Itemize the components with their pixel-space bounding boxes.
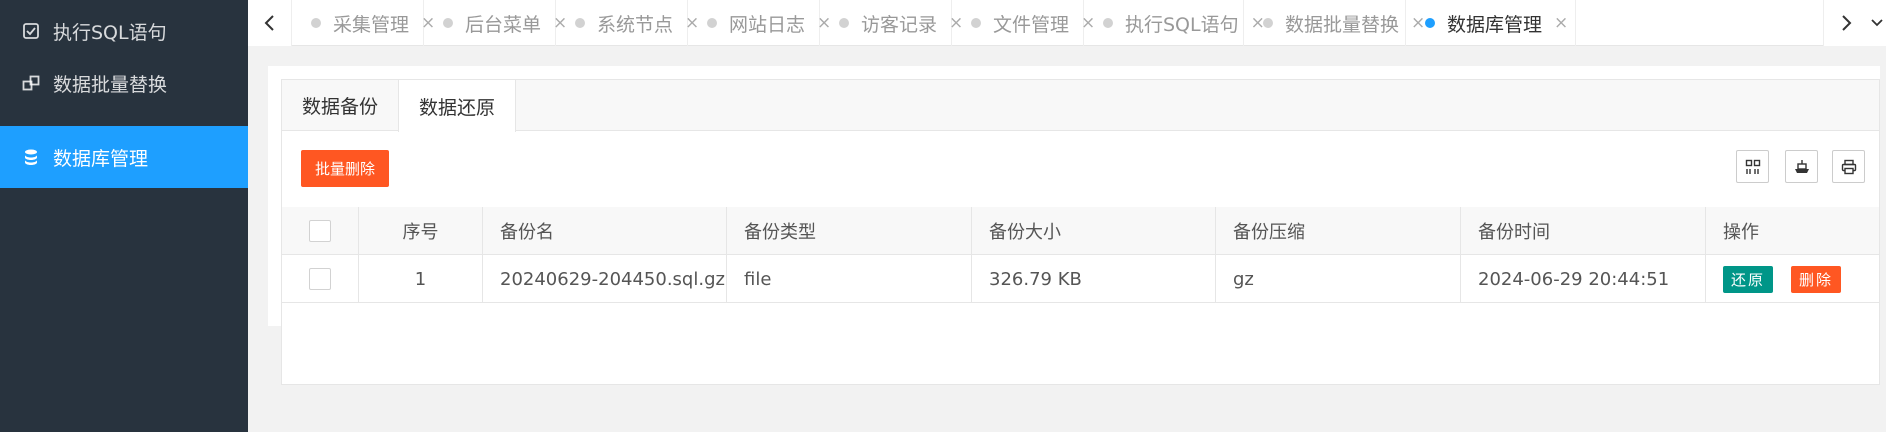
table-row: 1 20240629-204450.sql.gz file 326.79 KB …	[282, 255, 1879, 303]
tab-collect[interactable]: 采集管理 ×	[292, 0, 435, 46]
header-time: 备份时间	[1461, 207, 1706, 255]
chevron-down-icon	[1870, 19, 1883, 27]
tab-dot	[1103, 18, 1113, 28]
tab-label: 采集管理	[333, 13, 410, 36]
chevron-right-icon	[1841, 15, 1851, 31]
panel-tab-header: 数据备份 数据还原	[282, 80, 1879, 132]
tab-execute-sql[interactable]: 执行SQL语句 ×	[1084, 0, 1265, 46]
cell-actions: 还原 删除	[1706, 255, 1879, 303]
print-icon[interactable]	[1832, 150, 1865, 183]
export-icon[interactable]	[1785, 150, 1818, 183]
delete-button[interactable]: 删除	[1791, 265, 1842, 293]
tab-visitor-records[interactable]: 访客记录 ×	[820, 0, 963, 46]
tab-dot	[971, 18, 981, 28]
header-size: 备份大小	[972, 207, 1216, 255]
tab-data-restore[interactable]: 数据还原	[398, 80, 516, 132]
header-type: 备份类型	[727, 207, 972, 255]
sidebar-item-label: 数据批量替换	[53, 73, 168, 96]
tab-dot	[1425, 18, 1435, 28]
replace-icon	[22, 74, 40, 92]
tab-label: 文件管理	[993, 13, 1070, 36]
tab-batch-replace[interactable]: 数据批量替换 ×	[1244, 0, 1425, 46]
tab-scroll-left-button[interactable]	[248, 0, 292, 46]
select-all-checkbox[interactable]	[309, 220, 331, 242]
sidebar-item-database-management[interactable]: 数据库管理	[0, 126, 248, 188]
cell-type: file	[727, 255, 972, 303]
tab-label: 数据批量替换	[1285, 13, 1400, 36]
tab-dot	[1263, 18, 1273, 28]
close-icon[interactable]: ×	[1554, 13, 1568, 33]
cell-time: 2024-06-29 20:44:51	[1461, 255, 1706, 303]
tab-label: 执行SQL语句	[1125, 13, 1239, 36]
tab-dot	[443, 18, 453, 28]
batch-delete-button[interactable]: 批量删除	[301, 150, 389, 187]
cell-name: 20240629-204450.sql.gz	[483, 255, 727, 303]
tab-dot	[311, 18, 321, 28]
cell-index: 1	[359, 255, 483, 303]
backup-panel: 数据备份 数据还原 批量删除 序号 备份名 备份类型 备份大小 备份压缩 备份时…	[281, 79, 1880, 385]
tab-label: 数据还原	[418, 96, 495, 119]
sidebar: 执行SQL语句 数据批量替换 数据库管理	[0, 0, 248, 432]
header-index: 序号	[359, 207, 483, 255]
tab-more-button[interactable]	[1867, 0, 1886, 46]
row-select-cell	[282, 255, 359, 303]
header-actions: 操作	[1723, 222, 1759, 243]
tab-label: 后台菜单	[465, 13, 542, 36]
tab-site-logs[interactable]: 网站日志 ×	[688, 0, 831, 46]
tab-bar: 采集管理 × 后台菜单 × 系统节点 × 网站日志 × 访客记录 × 文件管理 × 执行SQ…	[248, 0, 1886, 46]
tab-dot	[839, 18, 849, 28]
tab-label: 数据备份	[301, 96, 378, 118]
tab-label: 访客记录	[861, 13, 938, 36]
tab-system-nodes[interactable]: 系统节点 ×	[556, 0, 699, 46]
sidebar-item-batch-replace[interactable]: 数据批量替换	[0, 52, 248, 114]
tab-file-management[interactable]: 文件管理 ×	[952, 0, 1095, 46]
tab-label: 网站日志	[729, 13, 806, 36]
tab-admin-menu[interactable]: 后台菜单 ×	[424, 0, 567, 46]
restore-button[interactable]: 还原	[1723, 265, 1774, 293]
header-select-cell	[282, 207, 359, 255]
tab-dot	[707, 18, 717, 28]
tab-scroll-right-button[interactable]	[1823, 0, 1867, 46]
sidebar-item-label: 执行SQL语句	[53, 21, 167, 44]
table-header-row: 序号 备份名 备份类型 备份大小 备份压缩 备份时间 操作	[282, 207, 1879, 255]
sidebar-item-label: 数据库管理	[53, 147, 149, 170]
table-toolbar: 批量删除	[282, 132, 1879, 207]
cell-size: 326.79 KB	[972, 255, 1216, 303]
checkbox-icon	[22, 22, 40, 40]
tab-label: 数据库管理	[1447, 13, 1543, 36]
header-compress: 备份压缩	[1216, 207, 1461, 255]
columns-icon[interactable]	[1736, 150, 1769, 183]
tab-dot	[575, 18, 585, 28]
database-icon	[22, 148, 40, 166]
main-card: 数据备份 数据还原 批量删除 序号 备份名 备份类型 备份大小 备份压缩 备份时…	[268, 66, 1880, 385]
chevron-left-icon	[264, 15, 274, 31]
tab-database-management[interactable]: 数据库管理 ×	[1406, 0, 1576, 46]
cell-compress: gz	[1216, 255, 1461, 303]
tab-label: 系统节点	[597, 13, 674, 36]
tab-data-backup[interactable]: 数据备份	[282, 80, 398, 131]
row-checkbox[interactable]	[309, 268, 331, 290]
header-name: 备份名	[483, 207, 727, 255]
